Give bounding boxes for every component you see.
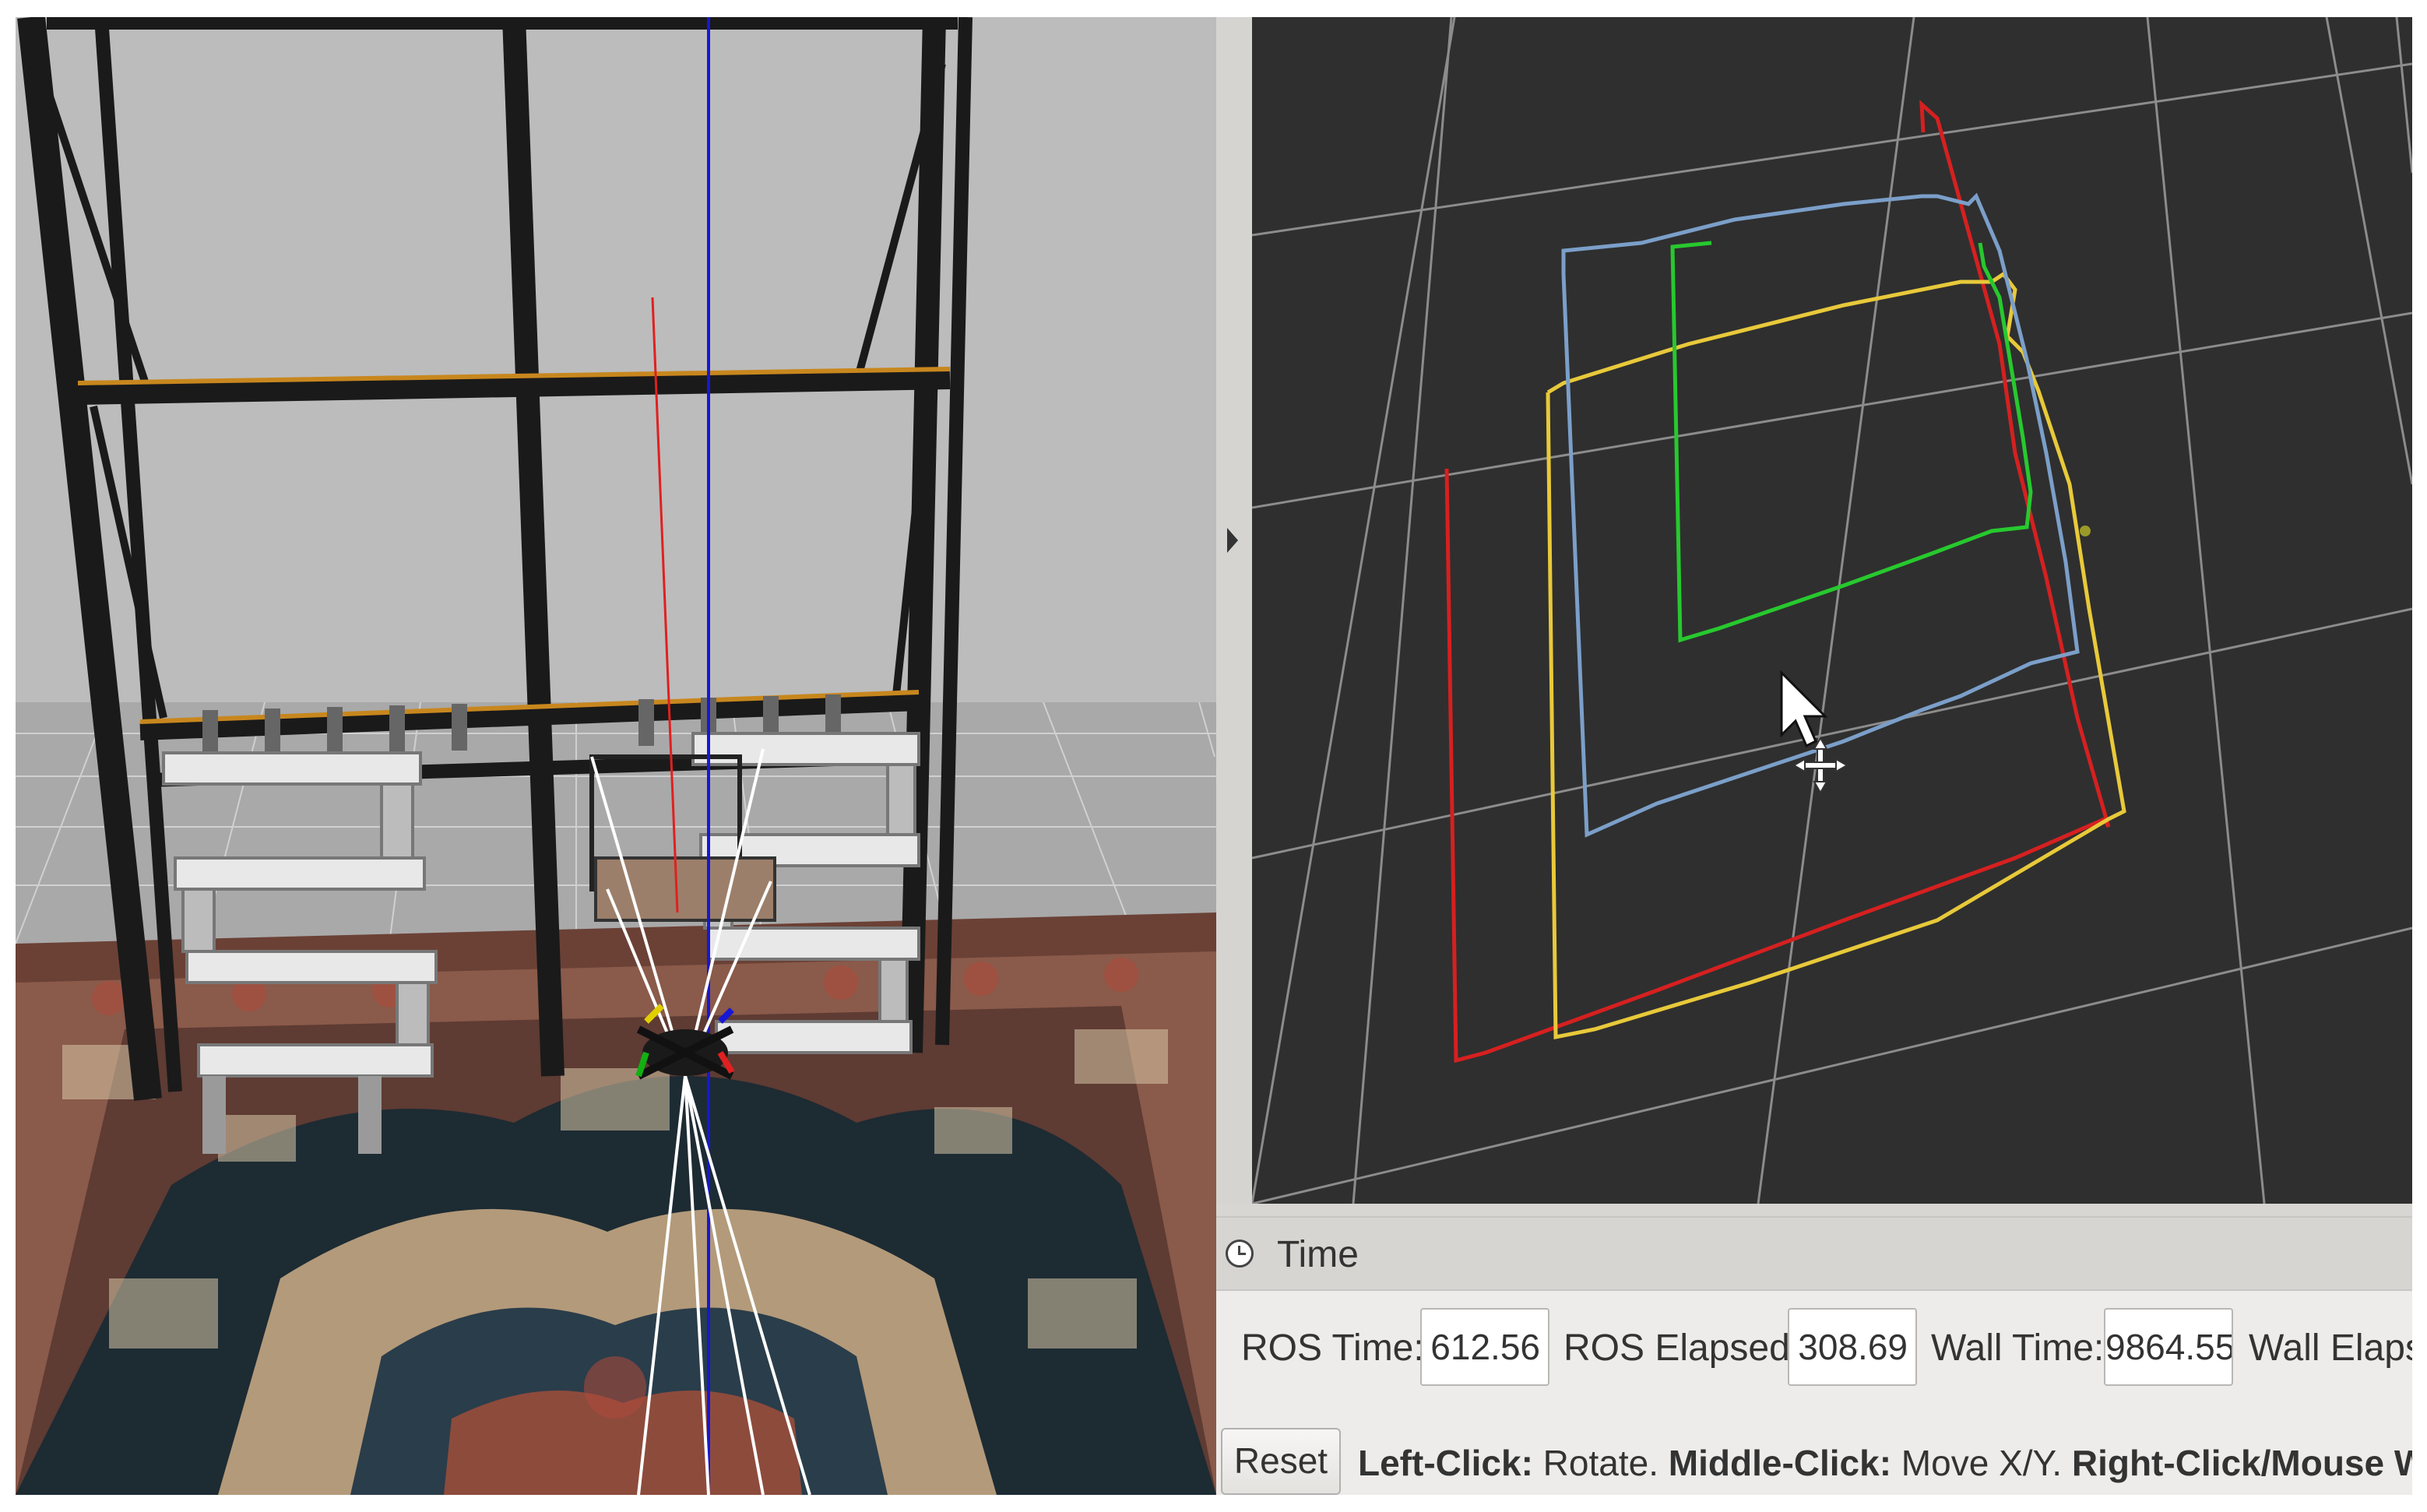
triangle-right-icon[interactable] <box>1227 528 1238 553</box>
gazebo-3d-view[interactable] <box>16 17 1216 1495</box>
hint-right-click: Right-Click/Mouse Wh <box>2071 1443 2412 1483</box>
ros-elapsed-label: ROS Elapsed: <box>1563 1327 1801 1369</box>
hint-left-action: Rotate. <box>1532 1443 1669 1483</box>
rviz-3d-view[interactable] <box>1252 17 2412 1204</box>
ros-time-label: ROS Time: <box>1241 1327 1424 1369</box>
time-panel-header: Time <box>1216 1216 2412 1291</box>
gazebo-scene <box>16 17 1216 1495</box>
wall-time-label: Wall Time: <box>1931 1327 2105 1369</box>
persian-carpet <box>16 912 1216 1495</box>
wall-elapsed-label: Wall Elapse <box>2249 1327 2412 1369</box>
ros-time-field[interactable]: 612.56 <box>1420 1308 1549 1386</box>
goal-marker <box>2080 526 2091 536</box>
time-panel-title: Time <box>1277 1234 1359 1275</box>
hint-middle-action: Move X/Y. <box>1891 1443 2072 1483</box>
app-window: Time ROS Time: 612.56 ROS Elapsed: 308.6… <box>0 0 2427 1512</box>
time-panel: Time ROS Time: 612.56 ROS Elapsed: 308.6… <box>1216 1216 2412 1495</box>
mouse-hint-text: Left-Click: Rotate. Middle-Click: Move X… <box>1358 1442 2412 1484</box>
hint-left-click: Left-Click: <box>1358 1443 1533 1483</box>
horizontal-splitter[interactable] <box>1216 1204 2412 1216</box>
hint-middle-click: Middle-Click: <box>1668 1443 1892 1483</box>
rviz-scene <box>1252 17 2412 1204</box>
clock-icon <box>1226 1239 1254 1268</box>
reset-button[interactable]: Reset <box>1221 1428 1341 1495</box>
ros-elapsed-field[interactable]: 308.69 <box>1788 1308 1917 1386</box>
panel-splitter[interactable] <box>1216 17 1252 1204</box>
wall-time-field[interactable]: 9864.55 <box>2104 1308 2233 1386</box>
